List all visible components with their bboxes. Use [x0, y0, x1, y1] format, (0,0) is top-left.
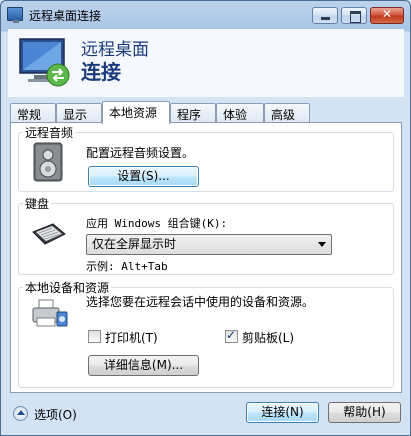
minimize-button[interactable]: [312, 7, 338, 24]
connect-button[interactable]: 连接(N): [246, 402, 319, 423]
keyboard-group: 键盘 应用 Windows 组合键(K): 仅在全屏显示时 示例: Alt+Ta…: [18, 195, 394, 275]
keyboard-legend: 键盘: [23, 195, 52, 212]
audio-description: 配置远程音频设置。: [86, 146, 195, 160]
options-toggle-label[interactable]: 选项(O): [34, 406, 77, 423]
printer-device-icon: [32, 299, 68, 327]
more-details-button[interactable]: 详细信息(M)...: [88, 355, 199, 376]
local-devices-group: 本地设备和资源 选择您要在远程会话中使用的设备和资源。 打印机(T) 剪贴板(L…: [18, 279, 394, 388]
banner-title-line2: 连接: [81, 60, 121, 84]
close-button[interactable]: ✕: [370, 7, 404, 24]
remote-desktop-icon: [7, 7, 23, 23]
tab-general[interactable]: 常规: [10, 103, 56, 123]
expand-options-icon[interactable]: [13, 406, 28, 421]
clipboard-checkbox[interactable]: [225, 328, 238, 343]
tab-programs[interactable]: 程序: [170, 103, 216, 123]
tab-advanced[interactable]: 高级: [264, 103, 310, 123]
keyboard-icon: [32, 223, 66, 245]
window-title: 远程桌面连接: [29, 9, 102, 23]
printer-checkbox[interactable]: [88, 330, 101, 343]
tab-display[interactable]: 显示: [56, 103, 102, 123]
remote-desktop-monitor-icon: [19, 38, 70, 87]
maximize-button[interactable]: [341, 7, 367, 24]
speaker-icon: [33, 142, 63, 182]
tab-experience[interactable]: 体验: [216, 103, 264, 123]
local-resources-panel: 远程音频 配置远程音频设置。 设置(S)... 键盘 应用 Windows 组合…: [10, 122, 402, 393]
rdp-window: 远程桌面连接 ✕ 远程桌面 连接 常规 显示 本地资源 程序 体验 高级 远程音…: [0, 0, 411, 436]
help-button[interactable]: 帮助(H): [328, 402, 401, 423]
title-bar[interactable]: 远程桌面连接 ✕: [1, 1, 410, 29]
tab-local-resources[interactable]: 本地资源: [102, 101, 170, 124]
audio-settings-button[interactable]: 设置(S)...: [88, 166, 199, 187]
close-icon: ✕: [381, 7, 393, 21]
header-banner: 远程桌面 连接: [8, 29, 404, 97]
clipboard-label[interactable]: 剪贴板(L): [242, 329, 294, 346]
windows-key-combo-value: 仅在全屏显示时: [92, 237, 177, 251]
remote-audio-group: 远程音频 配置远程音频设置。 设置(S)...: [18, 124, 394, 192]
keyboard-example: 示例: Alt+Tab: [86, 260, 168, 273]
printer-label[interactable]: 打印机(T): [105, 329, 158, 346]
windows-key-combo-select[interactable]: 仅在全屏显示时: [86, 234, 332, 255]
remote-audio-legend: 远程音频: [23, 124, 76, 141]
keyboard-prompt: 应用 Windows 组合键(K):: [86, 217, 228, 230]
chevron-down-icon: [318, 242, 326, 247]
devices-description: 选择您要在远程会话中使用的设备和资源。: [86, 295, 315, 309]
